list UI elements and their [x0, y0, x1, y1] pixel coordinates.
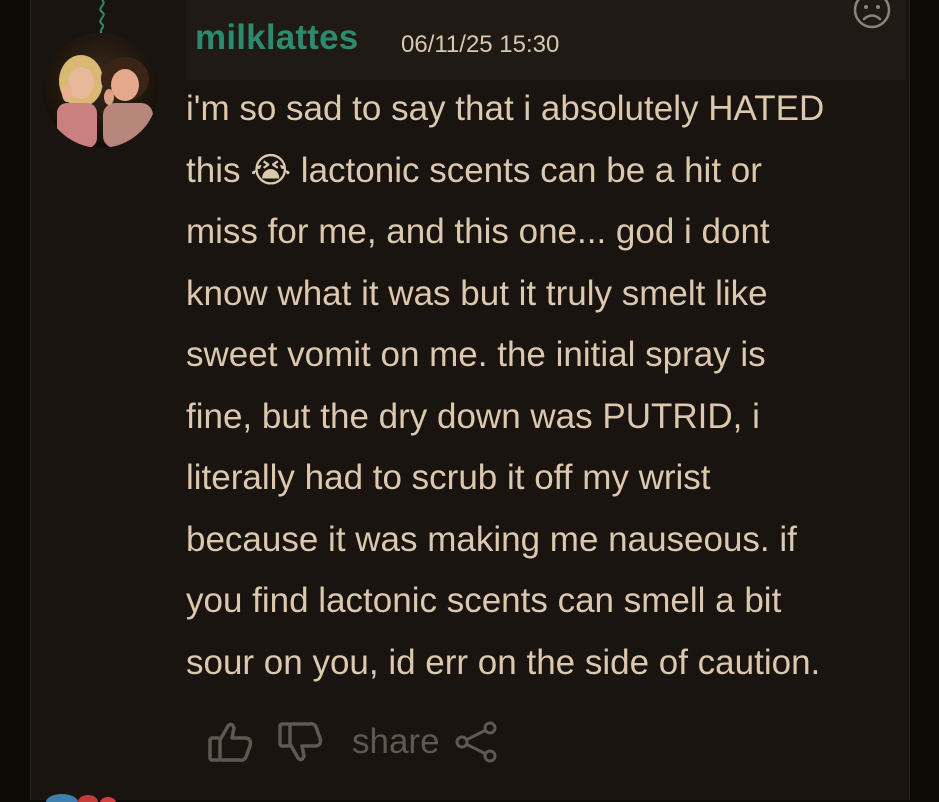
comment-header: milklattes 06/11/25 15:30 [186, 0, 906, 80]
dislike-button[interactable] [278, 720, 328, 764]
comment-line: this 😭 lactonic scents can be a hit or [186, 150, 762, 190]
comment-line: because it was making me nauseous. if [186, 519, 797, 559]
username[interactable]: milklattes [195, 18, 358, 58]
comment-line: i'm so sad to say that i absolutely HATE… [186, 89, 825, 128]
comment-actions: share [208, 717, 498, 767]
timestamp: 06/11/25 15:30 [401, 31, 560, 58]
squiggle-decoration [99, 0, 105, 34]
thumbs-up-icon [208, 722, 253, 762]
comment-line: sweet vomit on me. the initial spray is [186, 335, 766, 374]
share-label: share [352, 722, 440, 761]
sad-face-icon[interactable] [852, 0, 892, 30]
comment-line: sour on you, id err on the side of cauti… [186, 642, 821, 682]
comment-line: fine, but the dry down was PUTRID, i [186, 396, 760, 436]
comment-line: know what it was but it truly smelt like [186, 273, 768, 313]
avatar[interactable] [43, 33, 158, 148]
comment: milklattes 06/11/25 15:30 i'm so sad to … [186, 0, 906, 800]
comment-line: miss for me, and this one... god i dont [186, 212, 770, 251]
comment-line: literally had to scrub it off my wrist [186, 458, 711, 497]
share-button[interactable]: share [352, 720, 498, 764]
comment-line: you find lactonic scents can smell a bit [186, 581, 782, 620]
comment-text: i'm so sad to say that i absolutely HATE… [186, 78, 886, 693]
avatar-image [43, 33, 158, 148]
share-icon [455, 721, 497, 763]
thumbs-down-icon [278, 722, 323, 762]
like-button[interactable] [208, 720, 258, 764]
